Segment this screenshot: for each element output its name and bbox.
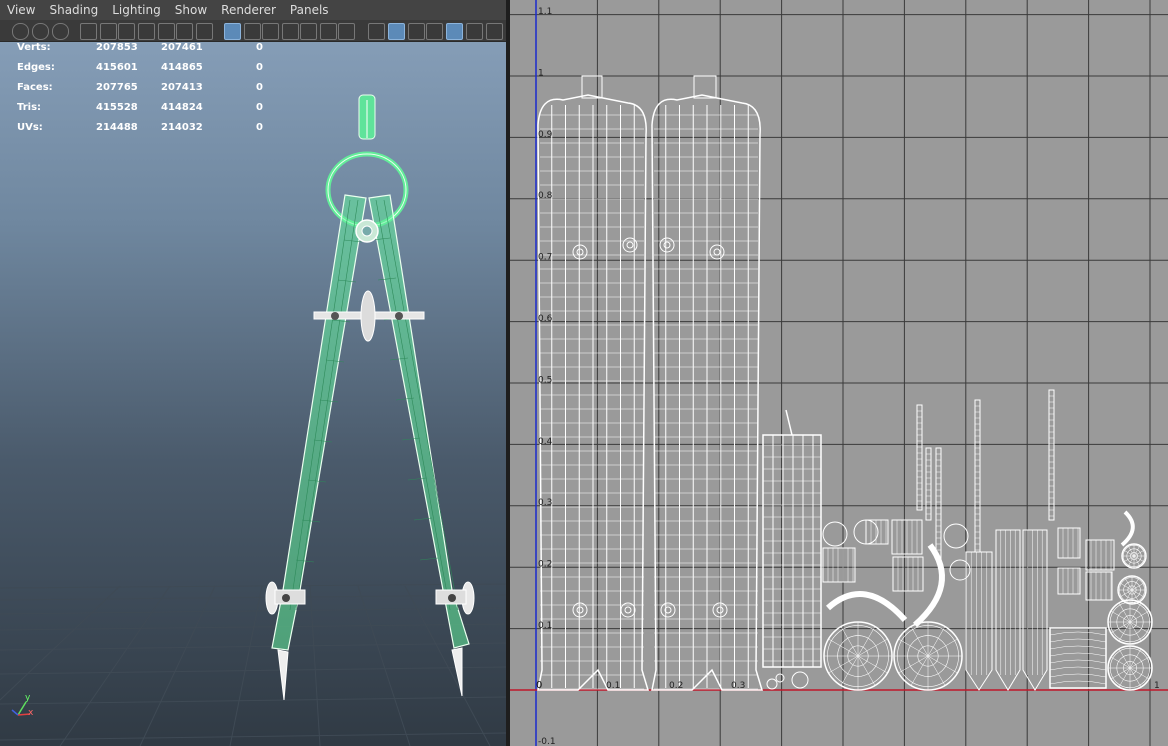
resolution-gate-icon[interactable]: [262, 23, 279, 40]
xray-icon[interactable]: [446, 23, 463, 40]
v-tick-label: 0.1: [538, 621, 552, 631]
hud-selected: 214032: [161, 122, 203, 133]
uv-gridlines: [510, 0, 1168, 746]
u-tick-label: 0.3: [731, 681, 745, 691]
move-manipulator-icon[interactable]: [176, 23, 193, 40]
camera-icon[interactable]: [80, 23, 97, 40]
smooth-shade-icon[interactable]: [388, 23, 405, 40]
menu-lighting[interactable]: Lighting: [105, 0, 168, 20]
hud-label: Tris:: [17, 102, 42, 113]
menu-view[interactable]: View: [0, 0, 42, 20]
hud-extra: 0: [256, 62, 263, 73]
hud-total: 415528: [96, 102, 138, 113]
menu-panels[interactable]: Panels: [283, 0, 336, 20]
hud-extra: 0: [256, 122, 263, 133]
hud-row-edges: Edges: 415601 414865 0: [0, 62, 300, 76]
hud-label: Verts:: [17, 42, 51, 53]
v-tick-label: -0.1: [538, 737, 556, 746]
default-material-icon[interactable]: [426, 23, 443, 40]
v-tick-label: 0.8: [538, 191, 553, 201]
grease-pencil-icon[interactable]: [158, 23, 175, 40]
hud-total: 207765: [96, 82, 138, 93]
lock-icon[interactable]: [32, 23, 49, 40]
safe-action-icon[interactable]: [320, 23, 337, 40]
hud-extra: 0: [256, 102, 263, 113]
v-tick-label: 0.9: [538, 130, 553, 140]
hud-row-uvs: UVs: 214488 214032 0: [0, 122, 300, 136]
hud-extra: 0: [256, 42, 263, 53]
u-tick-label: 1: [1154, 681, 1160, 691]
u-tick-label: 0: [536, 680, 542, 691]
hud-total: 207853: [96, 42, 138, 53]
wireframe-icon[interactable]: [368, 23, 385, 40]
bookmark-flag-icon[interactable]: [138, 23, 155, 40]
u-tick-label: 0.1: [606, 681, 620, 691]
menu-shading[interactable]: Shading: [42, 0, 105, 20]
paint-brush-icon[interactable]: [196, 23, 213, 40]
3d-viewport[interactable]: y x View Shading Lighting Show Renderer …: [0, 0, 506, 746]
image-plane-icon[interactable]: [118, 23, 135, 40]
v-tick-label: 0.7: [538, 253, 552, 263]
gate-mask-icon[interactable]: [282, 23, 299, 40]
hud-total: 415601: [96, 62, 138, 73]
hud-selected: 414865: [161, 62, 203, 73]
v-tick-label: 0.2: [538, 560, 552, 570]
lights-icon[interactable]: [466, 23, 483, 40]
hud-extra: 0: [256, 82, 263, 93]
hud-total: 214488: [96, 122, 138, 133]
hud-row-tris: Tris: 415528 414824 0: [0, 102, 300, 116]
panel-menu-bar: View Shading Lighting Show Renderer Pane…: [0, 0, 506, 20]
uv-editor[interactable]: 0 0.1 0.2 0.3 1 1.1 1 0.9 0.8 0.7 0.6 0.5 0.4 0.3 0.2 0…: [510, 0, 1168, 746]
v-tick-label: 0.5: [538, 375, 552, 385]
hud-row-faces: Faces: 207765 207413 0: [0, 82, 300, 96]
safe-title-icon[interactable]: [338, 23, 355, 40]
uv-grid: 0 0.1 0.2 0.3 1 1.1 1 0.9 0.8 0.7 0.6 0.5 0.4 0.3 0.2 0…: [510, 0, 1168, 746]
v-tick-label: 1.1: [538, 7, 552, 17]
v-tick-label: 0.6: [538, 314, 553, 324]
ground-grid: [0, 583, 506, 746]
panel-toolbar: [0, 20, 506, 42]
hud-row-verts: Verts: 207853 207461 0: [0, 42, 300, 56]
menu-show[interactable]: Show: [168, 0, 214, 20]
menu-renderer[interactable]: Renderer: [214, 0, 283, 20]
gizmo-x-label: x: [28, 708, 34, 718]
film-gate-icon[interactable]: [244, 23, 261, 40]
gizmo-y-label: y: [25, 693, 31, 703]
shadows-icon[interactable]: [486, 23, 503, 40]
select-camera-icon[interactable]: [12, 23, 29, 40]
v-tick-label: 0.4: [538, 437, 553, 447]
v-tick-label: 0.3: [538, 498, 552, 508]
hud-selected: 207461: [161, 42, 203, 53]
hud-label: UVs:: [17, 122, 43, 133]
wireframe-on-shaded-icon[interactable]: [408, 23, 425, 40]
u-tick-label: 0.2: [669, 681, 683, 691]
field-chart-icon[interactable]: [300, 23, 317, 40]
hud-selected: 207413: [161, 82, 203, 93]
hud-label: Edges:: [17, 62, 55, 73]
camera-attributes-icon[interactable]: [100, 23, 117, 40]
hud-selected: 414824: [161, 102, 203, 113]
v-tick-label: 1: [538, 68, 544, 78]
grid-icon[interactable]: [224, 23, 241, 40]
hud-label: Faces:: [17, 82, 53, 93]
bookmark-icon[interactable]: [52, 23, 69, 40]
